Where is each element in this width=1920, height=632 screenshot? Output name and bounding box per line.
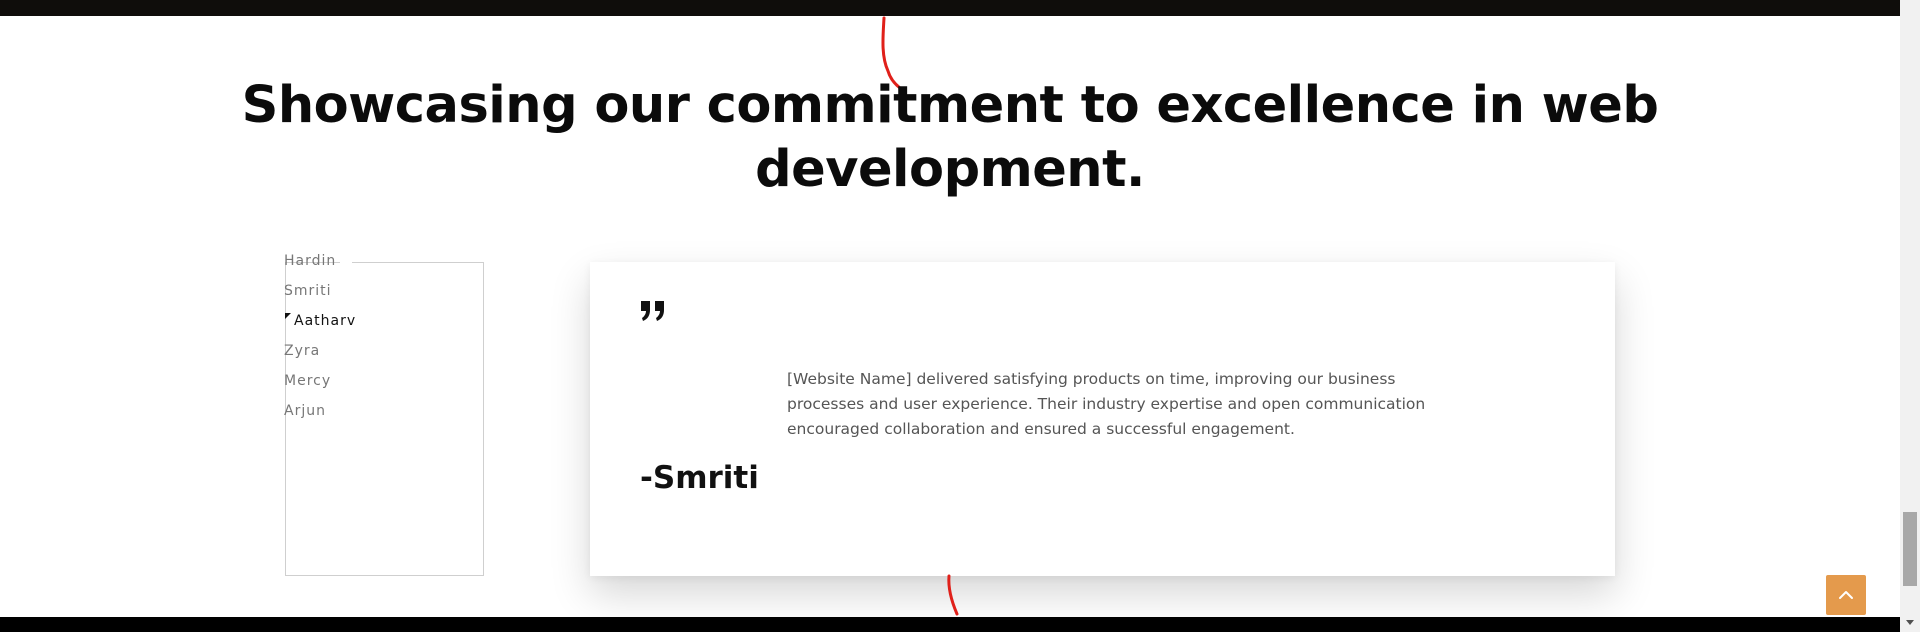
bottom-dark-band: [0, 617, 1900, 632]
scroll-down-arrow-icon[interactable]: [1906, 620, 1914, 625]
top-dark-band: [0, 0, 1900, 16]
name-tab-zyra[interactable]: Zyra: [284, 342, 384, 372]
scroll-to-top-button[interactable]: [1826, 575, 1866, 615]
section-heading: Showcasing our commitment to excellence …: [241, 76, 1659, 199]
testimonial-text: [Website Name] delivered satisfying prod…: [787, 370, 1426, 438]
page-scrollbar-thumb[interactable]: [1903, 512, 1917, 586]
name-tab-mercy[interactable]: Mercy: [284, 372, 384, 402]
name-tab-smriti[interactable]: Smriti: [284, 282, 384, 312]
testimonial-card: [Website Name] delivered satisfying prod…: [590, 262, 1615, 576]
name-tab-arjun[interactable]: Arjun: [284, 402, 384, 432]
testimonial-author: -Smriti: [640, 460, 759, 496]
red-line-decoration-bottom: [947, 574, 959, 616]
testimonial-name-list: Hardin Smriti Aatharv Zyra Mercy Arjun: [284, 252, 384, 432]
name-tab-hardin[interactable]: Hardin: [284, 252, 384, 282]
chevron-up-icon: [1839, 591, 1853, 599]
quote-icon: [641, 301, 664, 321]
name-tab-aatharv[interactable]: Aatharv: [284, 312, 384, 342]
